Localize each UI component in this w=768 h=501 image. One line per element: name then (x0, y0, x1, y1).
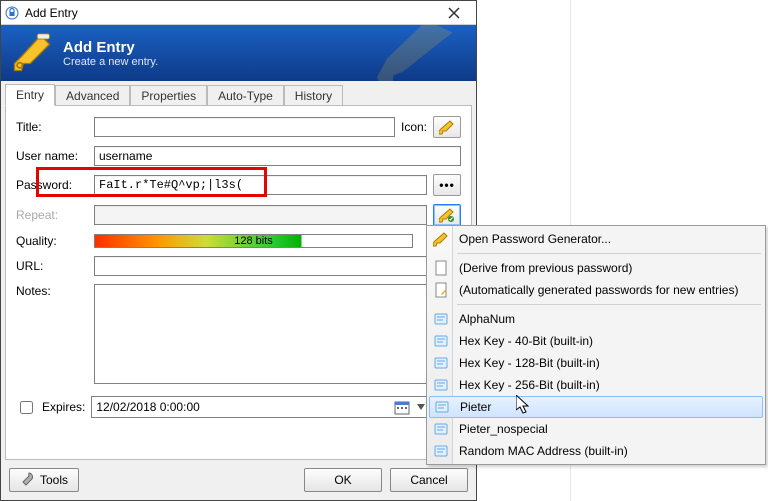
icon-label: Icon: (401, 120, 427, 134)
quality-meter: 128 bits (94, 234, 413, 248)
row-notes: Notes: (16, 284, 461, 384)
banner-subtitle: Create a new entry. (63, 56, 158, 68)
expires-value: 12/02/2018 0:00:00 (96, 400, 199, 414)
key-gear-icon (433, 231, 449, 247)
menu-derive-label: (Derive from previous password) (459, 261, 632, 275)
add-entry-dialog: Add Entry Add Entry Create a new entry. … (0, 0, 477, 501)
menu-open-generator-label: Open Password Generator... (459, 232, 611, 246)
url-label: URL: (16, 259, 88, 273)
window-title: Add Entry (25, 6, 430, 20)
menu-separator (457, 304, 761, 305)
tab-properties[interactable]: Properties (130, 85, 207, 106)
menu-auto-label: (Automatically generated passwords for n… (459, 283, 738, 297)
menu-item-label: Pieter_nospecial (459, 422, 548, 436)
menu-item-label: AlphaNum (459, 312, 515, 326)
tab-advanced[interactable]: Advanced (55, 85, 130, 106)
titlebar: Add Entry (1, 1, 476, 25)
expires-datetime-input[interactable]: 12/02/2018 0:00:00 (91, 396, 431, 418)
ok-button-label: OK (334, 473, 351, 487)
menu-separator (457, 253, 761, 254)
menu-profile-alphanum[interactable]: AlphaNum (429, 308, 763, 330)
menu-open-generator[interactable]: Open Password Generator... (429, 228, 763, 250)
row-password: Password: ••• (16, 174, 461, 196)
document-pencil-icon (433, 282, 449, 298)
tabstrip: Entry Advanced Properties Auto-Type Hist… (1, 81, 476, 105)
menu-profile-hex128[interactable]: Hex Key - 128-Bit (built-in) (429, 352, 763, 374)
profile-icon (433, 377, 449, 393)
cancel-button[interactable]: Cancel (390, 468, 468, 492)
reveal-password-button[interactable]: ••• (433, 174, 461, 196)
notes-input[interactable] (94, 284, 461, 384)
tab-entry[interactable]: Entry (5, 84, 55, 106)
tab-body-entry: Title: Icon: User name: Password: ••• Re… (5, 105, 472, 460)
password-label: Password: (16, 178, 88, 192)
repeat-input (94, 205, 427, 225)
generate-password-button[interactable] (433, 204, 461, 226)
quality-bits: 128 bits (95, 235, 412, 247)
banner-title: Add Entry (63, 39, 158, 56)
row-url: URL: (16, 256, 461, 276)
menu-profile-pieter[interactable]: Pieter (429, 396, 763, 418)
wrench-icon (20, 472, 34, 489)
key-icon (11, 32, 53, 74)
row-expires: Expires: 12/02/2018 0:00:00 (16, 392, 461, 418)
tab-auto-type[interactable]: Auto-Type (207, 85, 284, 106)
menu-item-label: Hex Key - 256-Bit (built-in) (459, 378, 600, 392)
profile-icon (433, 443, 449, 459)
close-button[interactable] (436, 3, 472, 23)
cancel-button-label: Cancel (410, 473, 447, 487)
title-label: Title: (16, 120, 88, 134)
lock-icon (5, 6, 19, 20)
repeat-label: Repeat: (16, 208, 88, 222)
row-quality: Quality: 128 bits 20 ch. (16, 234, 461, 248)
expires-label: Expires: (42, 400, 85, 414)
dialog-banner: Add Entry Create a new entry. (1, 25, 476, 81)
username-input[interactable] (94, 146, 461, 166)
menu-item-label: Random MAC Address (built-in) (459, 444, 628, 458)
profile-icon (434, 399, 450, 415)
document-icon (433, 260, 449, 276)
menu-auto-generated[interactable]: (Automatically generated passwords for n… (429, 279, 763, 301)
menu-item-label: Hex Key - 128-Bit (built-in) (459, 356, 600, 370)
tab-history[interactable]: History (284, 85, 343, 106)
icon-picker-button[interactable] (433, 116, 461, 138)
profile-icon (433, 333, 449, 349)
password-input[interactable] (94, 175, 427, 195)
ok-button[interactable]: OK (304, 468, 382, 492)
profile-icon (433, 421, 449, 437)
menu-profile-hex256[interactable]: Hex Key - 256-Bit (built-in) (429, 374, 763, 396)
quality-label: Quality: (16, 234, 88, 248)
profile-icon (433, 355, 449, 371)
banner-watermark (326, 25, 466, 81)
menu-derive-previous[interactable]: (Derive from previous password) (429, 257, 763, 279)
row-username: User name: (16, 146, 461, 166)
menu-item-label: Hex Key - 40-Bit (built-in) (459, 334, 593, 348)
menu-profile-pieter-nospecial[interactable]: Pieter_nospecial (429, 418, 763, 440)
url-input[interactable] (94, 256, 461, 276)
profile-icon (433, 311, 449, 327)
tools-button-label: Tools (40, 473, 68, 487)
tools-button[interactable]: Tools (9, 468, 79, 492)
notes-label: Notes: (16, 284, 88, 298)
title-input[interactable] (94, 117, 395, 137)
row-repeat: Repeat: (16, 204, 461, 226)
calendar-icon (394, 399, 410, 415)
dialog-footer: Tools OK Cancel (1, 460, 476, 500)
password-generator-menu: Open Password Generator... (Derive from … (426, 225, 766, 465)
menu-item-label: Pieter (460, 400, 491, 414)
menu-profile-random-mac[interactable]: Random MAC Address (built-in) (429, 440, 763, 462)
expires-checkbox[interactable] (20, 401, 33, 414)
row-title: Title: Icon: (16, 116, 461, 138)
menu-profile-hex40[interactable]: Hex Key - 40-Bit (built-in) (429, 330, 763, 352)
username-label: User name: (16, 149, 88, 163)
